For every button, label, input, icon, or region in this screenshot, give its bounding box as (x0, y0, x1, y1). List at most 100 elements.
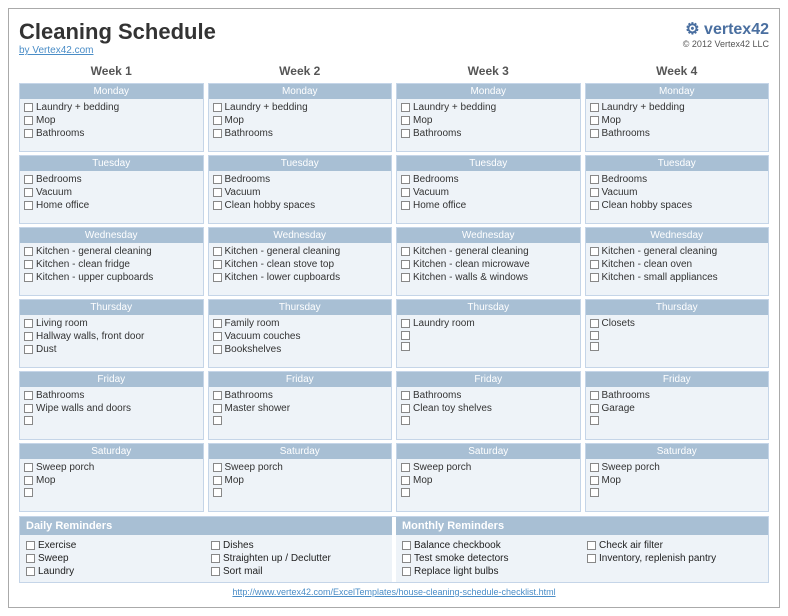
checkbox[interactable] (211, 567, 220, 576)
checkbox[interactable] (401, 416, 410, 425)
checkbox[interactable] (587, 541, 596, 550)
checkbox[interactable] (24, 201, 33, 210)
checkbox[interactable] (213, 260, 222, 269)
checkbox[interactable] (24, 103, 33, 112)
checkbox[interactable] (213, 416, 222, 425)
checkbox[interactable] (213, 247, 222, 256)
list-item: Clean hobby spaces (213, 199, 388, 212)
checkbox[interactable] (401, 273, 410, 282)
day-items-w1-tuesday: BedroomsVacuumHome office (20, 171, 203, 223)
checkbox[interactable] (590, 404, 599, 413)
checkbox[interactable] (24, 175, 33, 184)
checkbox[interactable] (590, 319, 599, 328)
checkbox[interactable] (24, 319, 33, 328)
checkbox[interactable] (401, 476, 410, 485)
checkbox[interactable] (401, 103, 410, 112)
checkbox[interactable] (402, 554, 411, 563)
checkbox[interactable] (590, 116, 599, 125)
checkbox[interactable] (213, 463, 222, 472)
checkbox[interactable] (590, 201, 599, 210)
checkbox[interactable] (590, 342, 599, 351)
checkbox[interactable] (24, 332, 33, 341)
checkbox[interactable] (401, 260, 410, 269)
checkbox[interactable] (590, 463, 599, 472)
checkbox[interactable] (401, 488, 410, 497)
checkbox[interactable] (24, 273, 33, 282)
list-item: Bathrooms (24, 389, 199, 402)
checkbox[interactable] (213, 175, 222, 184)
checkbox[interactable] (590, 188, 599, 197)
checkbox[interactable] (24, 188, 33, 197)
checkbox[interactable] (590, 175, 599, 184)
checkbox[interactable] (401, 175, 410, 184)
checkbox[interactable] (213, 201, 222, 210)
checkbox[interactable] (24, 463, 33, 472)
checkbox[interactable] (213, 319, 222, 328)
checkbox[interactable] (590, 391, 599, 400)
checkbox[interactable] (401, 391, 410, 400)
checkbox[interactable] (590, 488, 599, 497)
checkbox[interactable] (24, 247, 33, 256)
checkbox[interactable] (26, 541, 35, 550)
checkbox[interactable] (401, 247, 410, 256)
checkbox[interactable] (24, 404, 33, 413)
checkbox[interactable] (401, 331, 410, 340)
item-label: Family room (225, 318, 280, 329)
checkbox[interactable] (213, 404, 222, 413)
day-block-w4-monday: MondayLaundry + beddingMopBathrooms (585, 83, 770, 152)
day-items-w2-monday: Laundry + beddingMopBathrooms (209, 99, 392, 151)
checkbox[interactable] (590, 476, 599, 485)
checkbox[interactable] (24, 488, 33, 497)
checkbox[interactable] (213, 188, 222, 197)
checkbox[interactable] (24, 116, 33, 125)
checkbox[interactable] (213, 116, 222, 125)
checkbox[interactable] (401, 129, 410, 138)
checkbox[interactable] (401, 404, 410, 413)
day-items-w1-wednesday: Kitchen - general cleaningKitchen - clea… (20, 243, 203, 295)
checkbox[interactable] (24, 391, 33, 400)
checkbox[interactable] (213, 345, 222, 354)
checkbox[interactable] (213, 488, 222, 497)
checkbox[interactable] (402, 567, 411, 576)
checkbox[interactable] (401, 188, 410, 197)
week-header-3: Week 3 (396, 62, 581, 80)
checkbox[interactable] (590, 331, 599, 340)
day-header-w3-saturday: Saturday (397, 444, 580, 459)
list-item: Hallway walls, front door (24, 330, 199, 343)
day-header-w2-monday: Monday (209, 84, 392, 99)
checkbox[interactable] (590, 273, 599, 282)
checkbox[interactable] (590, 247, 599, 256)
checkbox[interactable] (401, 342, 410, 351)
checkbox[interactable] (211, 541, 220, 550)
title-block: Cleaning Schedule by Vertex42.com (19, 19, 216, 56)
item-label: Mop (413, 475, 432, 486)
list-item: Bathrooms (590, 127, 765, 140)
checkbox[interactable] (213, 476, 222, 485)
checkbox[interactable] (401, 319, 410, 328)
checkbox[interactable] (401, 201, 410, 210)
checkbox[interactable] (24, 345, 33, 354)
checkbox[interactable] (401, 116, 410, 125)
checkbox[interactable] (590, 103, 599, 112)
checkbox[interactable] (590, 416, 599, 425)
checkbox[interactable] (26, 567, 35, 576)
list-item (590, 415, 765, 426)
checkbox[interactable] (24, 129, 33, 138)
checkbox[interactable] (213, 129, 222, 138)
list-item: Vacuum (213, 186, 388, 199)
checkbox[interactable] (401, 463, 410, 472)
checkbox[interactable] (587, 554, 596, 563)
checkbox[interactable] (24, 416, 33, 425)
checkbox[interactable] (211, 554, 220, 563)
checkbox[interactable] (213, 273, 222, 282)
checkbox[interactable] (213, 103, 222, 112)
checkbox[interactable] (26, 554, 35, 563)
checkbox[interactable] (213, 332, 222, 341)
checkbox[interactable] (24, 476, 33, 485)
checkbox[interactable] (590, 260, 599, 269)
checkbox[interactable] (590, 129, 599, 138)
checkbox[interactable] (24, 260, 33, 269)
item-label: Bathrooms (413, 128, 461, 139)
checkbox[interactable] (213, 391, 222, 400)
checkbox[interactable] (402, 541, 411, 550)
